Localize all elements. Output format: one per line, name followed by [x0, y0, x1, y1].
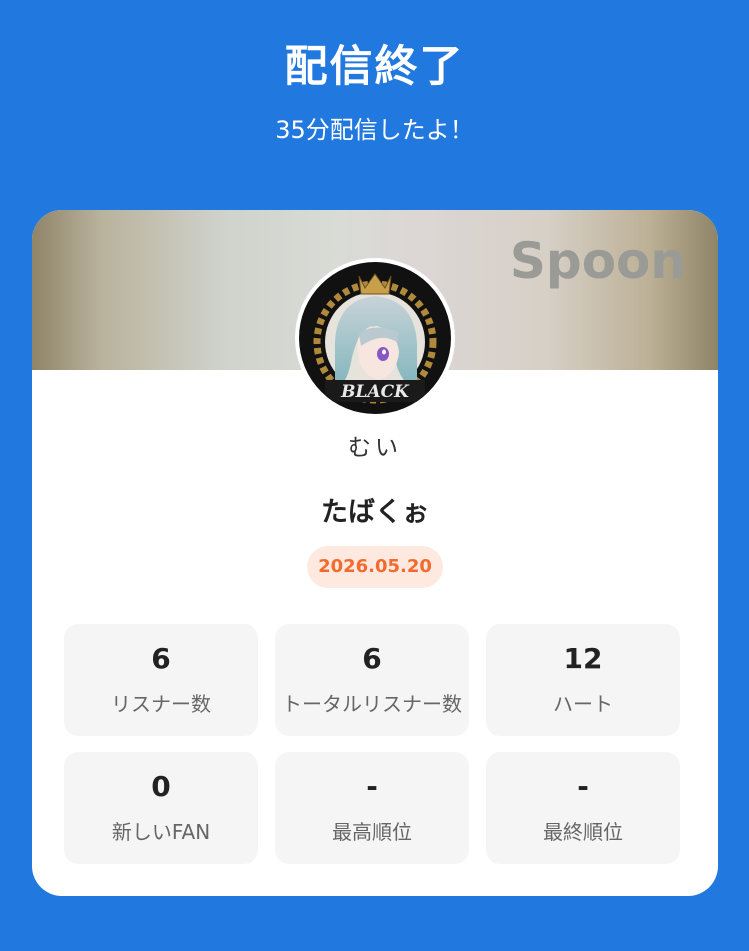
- stat-value: 6: [151, 642, 171, 675]
- stats-grid: 6 リスナー数 6 トータルリスナー数 12 ハート 0 新しいFAN - 最高…: [64, 624, 680, 864]
- stat-value: -: [577, 770, 589, 803]
- avatar[interactable]: BLACK: [295, 258, 455, 418]
- stat-label: 最高順位: [332, 820, 412, 844]
- stream-title: たばくぉ: [321, 497, 429, 528]
- stat-value: 12: [563, 642, 603, 675]
- stat-best-rank: - 最高順位: [275, 752, 469, 864]
- stat-value: -: [366, 770, 378, 803]
- stat-label: リスナー数: [111, 692, 211, 716]
- stat-label: 最終順位: [543, 820, 623, 844]
- stat-value: 6: [362, 642, 382, 675]
- spoon-logo: Spoon: [509, 232, 686, 290]
- stat-final-rank: - 最終順位: [486, 752, 680, 864]
- avatar-badge-text: BLACK: [340, 382, 410, 402]
- avatar-image: BLACK: [299, 262, 451, 414]
- page-title: 配信終了: [284, 42, 465, 92]
- stat-new-fans: 0 新しいFAN: [64, 752, 258, 864]
- stat-total-listeners: 6 トータルリスナー数: [275, 624, 469, 736]
- user-handle: むい: [348, 435, 402, 461]
- page-subtitle: 35分配信したよ！: [275, 116, 474, 144]
- stat-listeners: 6 リスナー数: [64, 624, 258, 736]
- stat-hearts: 12 ハート: [486, 624, 680, 736]
- stat-label: 新しいFAN: [111, 820, 211, 844]
- date-badge: 2026.05.20: [307, 546, 443, 588]
- stat-label: ハート: [553, 692, 613, 716]
- stat-value: 0: [151, 770, 171, 803]
- stat-label: トータルリスナー数: [282, 692, 462, 716]
- summary-card: Spoon BLACK むい たばくぉ 2026.05.20 6 リスナー数 6…: [32, 210, 718, 896]
